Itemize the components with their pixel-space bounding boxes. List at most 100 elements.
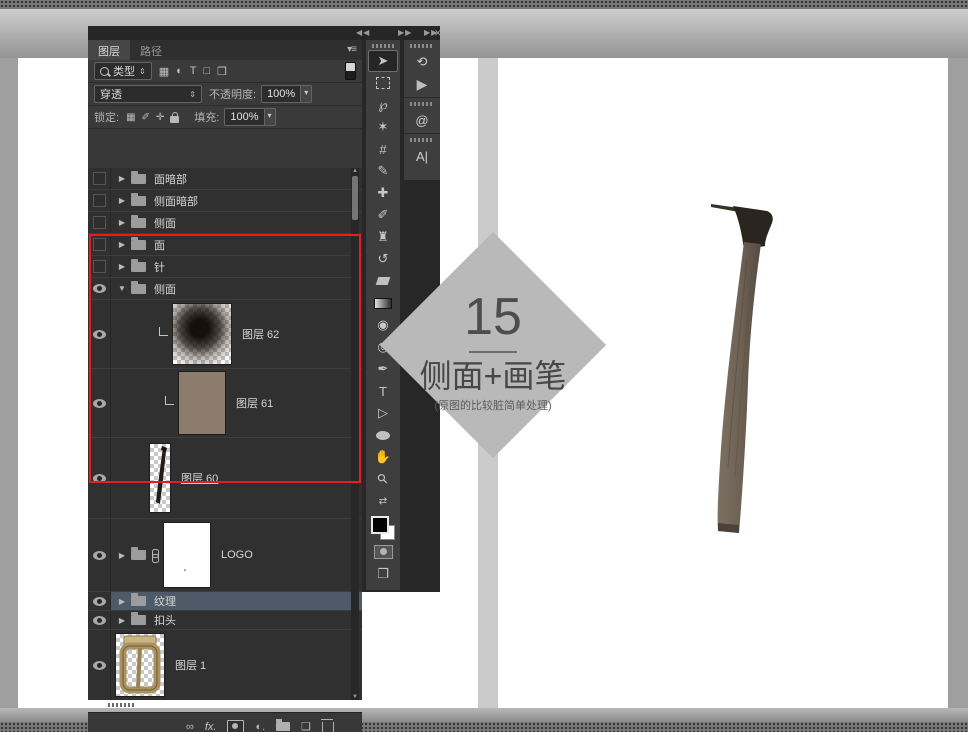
delete-layer-icon[interactable]	[322, 722, 334, 732]
tool-lasso[interactable]: ℘	[366, 94, 400, 116]
panel-resize-grip[interactable]	[108, 703, 134, 707]
layer-row-group[interactable]: ▶ 面暗部	[88, 168, 362, 190]
layer-row-group[interactable]: ▶ 侧面	[88, 212, 362, 234]
layer-name: 纹理	[154, 593, 176, 609]
filter-toggle-switch[interactable]	[345, 62, 356, 80]
tools-grip[interactable]	[372, 44, 394, 48]
layer-name: LOGO	[221, 549, 253, 561]
scrollbar-thumb[interactable]	[352, 176, 358, 220]
filter-type-icon[interactable]: T	[190, 65, 197, 77]
chevron-right-icon[interactable]: ▶	[115, 218, 129, 227]
eye-icon	[93, 597, 106, 606]
foreground-background-swatches[interactable]	[370, 515, 396, 541]
lock-move-icon[interactable]: ✛	[156, 112, 164, 123]
chevron-right-icon[interactable]: ▶	[115, 196, 129, 205]
filter-adjustment-icon[interactable]: ◐	[176, 65, 183, 77]
mini-panel-column: ⟲ ▶ @ A|	[404, 40, 440, 180]
history-panel-icon[interactable]: ⟲	[417, 51, 428, 73]
marquee-icon	[376, 77, 390, 89]
layer-row-group[interactable]: ▶ LOGO	[88, 519, 362, 592]
layer-name: 扣头	[154, 612, 176, 628]
scroll-down-icon[interactable]: ▼	[351, 694, 359, 700]
quick-mask-button[interactable]	[366, 541, 400, 563]
visibility-toggle[interactable]	[88, 212, 111, 233]
filter-shape-icon[interactable]: □	[204, 65, 211, 77]
tool-zoom[interactable]: ⚲	[366, 468, 400, 490]
materials-panel-icon[interactable]: @	[415, 109, 428, 131]
visibility-toggle[interactable]	[88, 519, 111, 591]
visibility-toggle[interactable]	[88, 190, 111, 211]
layer-row-group-selected[interactable]: ▶ 纹理	[88, 592, 362, 611]
eye-icon	[93, 551, 106, 560]
tool-move[interactable]: ➤	[368, 50, 398, 72]
tutorial-spread: ◀◀ ▶▶ ▶▶ ✕ 图层 路径 ▾≡ 类型 ⇕ ▦ ◐ T □ ❐ 穿透	[0, 0, 968, 732]
new-layer-icon[interactable]: ❏	[301, 720, 311, 732]
filter-pixel-icon[interactable]: ▦	[159, 65, 169, 78]
chevron-right-icon[interactable]: ▶	[115, 597, 129, 606]
new-group-icon[interactable]	[276, 722, 290, 731]
blend-mode-select[interactable]: 穿透 ⇕	[94, 85, 202, 103]
filter-smartobject-icon[interactable]: ❐	[217, 65, 227, 78]
lock-transparency-icon[interactable]: ▦	[126, 112, 135, 123]
collapse-panel-icon[interactable]: ◀◀	[356, 28, 370, 37]
screen-mode-button[interactable]: ❐	[366, 563, 400, 585]
eye-icon	[93, 661, 106, 670]
folder-icon	[131, 218, 146, 228]
buckle-thumb-art	[116, 634, 164, 696]
expand-tools-icon[interactable]: ▶▶	[398, 28, 412, 37]
mini-panel-grip[interactable]	[410, 102, 434, 106]
character-panel-icon[interactable]: A|	[416, 145, 428, 167]
lock-label: 锁定:	[94, 109, 119, 125]
mini-panel-grip[interactable]	[410, 44, 434, 48]
chevron-right-icon[interactable]: ▶	[115, 174, 129, 183]
tool-eyedropper[interactable]: ✎	[366, 160, 400, 182]
step-title: 侧面+画笔	[420, 359, 567, 394]
dock-header: ◀◀ ▶▶ ▶▶ ✕	[88, 26, 440, 40]
step-subtitle: (原图的比较脏简单处理)	[434, 397, 551, 413]
visibility-toggle[interactable]	[88, 168, 111, 189]
fill-dropdown-icon[interactable]: ▾	[265, 108, 276, 126]
strap-artwork	[695, 198, 785, 543]
visibility-toggle[interactable]	[88, 630, 111, 700]
panel-menu-icon[interactable]: ▾≡	[347, 44, 356, 55]
mini-panel-grip[interactable]	[410, 138, 434, 142]
filter-kind-select[interactable]: 类型 ⇕	[94, 62, 152, 80]
close-icon[interactable]: ✕	[434, 28, 443, 39]
layer-row[interactable]: 图层 1	[88, 630, 362, 700]
layer-style-fx-icon[interactable]: fx.	[205, 721, 217, 732]
lock-paint-icon[interactable]: ✐	[142, 112, 150, 123]
tool-crop[interactable]: #	[366, 138, 400, 160]
actions-play-icon[interactable]: ▶	[417, 73, 428, 95]
fill-value[interactable]: 100%	[224, 108, 264, 126]
tool-marquee[interactable]	[366, 72, 400, 94]
chevron-right-icon[interactable]: ▶	[115, 551, 129, 560]
tool-brush[interactable]: ✐	[366, 204, 400, 226]
fill-label: 填充:	[194, 109, 219, 125]
tab-paths[interactable]: 路径	[130, 40, 172, 60]
visibility-toggle[interactable]	[88, 611, 111, 629]
folder-icon	[131, 174, 146, 184]
filter-kind-label: 类型	[113, 63, 135, 79]
group-thumbnail[interactable]	[163, 522, 211, 588]
layer-thumbnail[interactable]	[115, 633, 165, 697]
tool-healing-brush[interactable]: ✚	[366, 182, 400, 204]
opacity-dropdown-icon[interactable]: ▾	[301, 85, 312, 103]
scroll-up-icon[interactable]: ▲	[351, 168, 359, 174]
tab-layers[interactable]: 图层	[88, 40, 130, 60]
link-layers-icon[interactable]: ∞	[186, 721, 194, 732]
foreground-color-swatch[interactable]	[371, 516, 389, 534]
chevron-right-icon[interactable]: ▶	[115, 616, 129, 625]
tool-magic-wand[interactable]: ✶	[366, 116, 400, 138]
visibility-toggle[interactable]	[88, 592, 111, 610]
add-mask-icon[interactable]	[227, 720, 244, 732]
magnifier-icon: ⚲	[374, 470, 392, 488]
panel-tabs: 图层 路径 ▾≡	[88, 40, 362, 60]
lock-all-icon[interactable]	[170, 116, 179, 123]
layer-row-group[interactable]: ▶ 扣头	[88, 611, 362, 630]
eye-icon	[93, 616, 106, 625]
layer-row-group[interactable]: ▶ 侧面暗部	[88, 190, 362, 212]
swap-colors-icon[interactable]: ⇄	[366, 490, 400, 512]
eye-off-box	[93, 172, 106, 185]
opacity-value[interactable]: 100%	[261, 85, 301, 103]
adjustment-layer-icon[interactable]: ◐.	[255, 721, 265, 732]
